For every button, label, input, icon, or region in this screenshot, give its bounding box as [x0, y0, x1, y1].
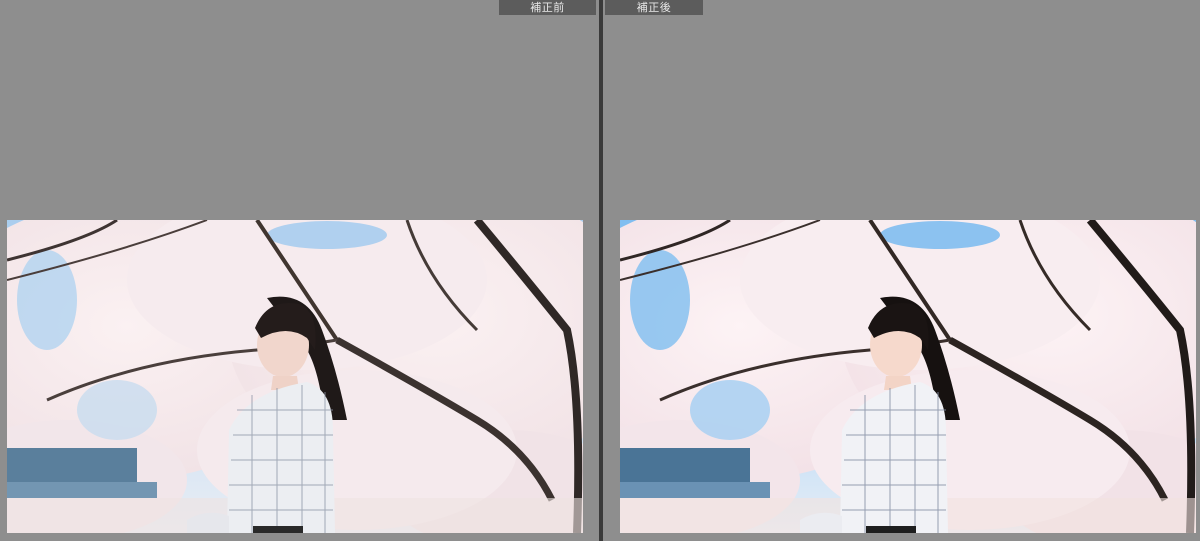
before-photo[interactable]: [7, 220, 583, 533]
after-pane[interactable]: 補正後: [603, 0, 1200, 541]
after-photo-image: [620, 220, 1196, 533]
before-pane[interactable]: 補正前: [0, 0, 599, 541]
after-label: 補正後: [605, 0, 703, 15]
before-photo-image: [7, 220, 583, 533]
after-photo[interactable]: [620, 220, 1196, 533]
before-label: 補正前: [499, 0, 596, 15]
